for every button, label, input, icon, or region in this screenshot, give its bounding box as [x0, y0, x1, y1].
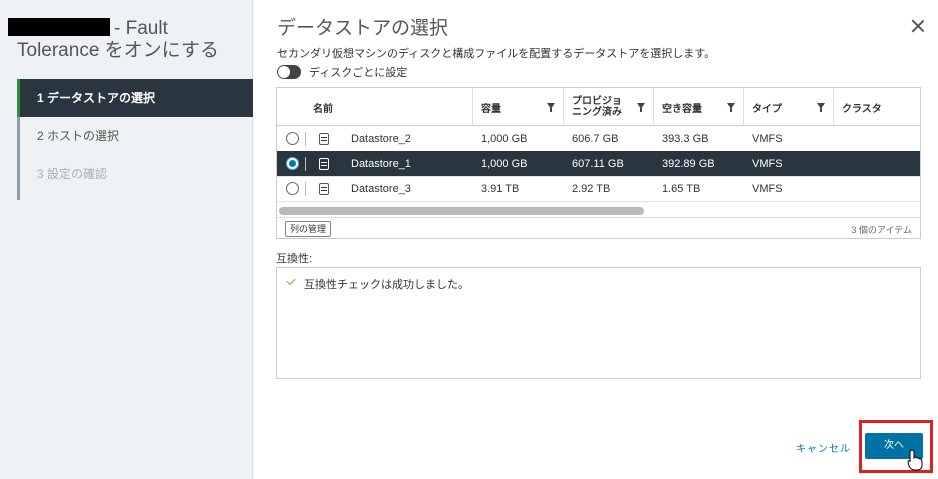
wizard-title-suffix: - Fault [114, 18, 168, 39]
item-count: 3 個のアイテム [851, 225, 912, 235]
per-disk-toggle[interactable] [277, 65, 301, 79]
cell-provisioned: 606.7 GB [572, 133, 619, 145]
step-review-settings: 3 設定の確認 [37, 167, 108, 181]
horizontal-scrollbar[interactable] [279, 207, 644, 215]
cell-provisioned: 2.92 TB [572, 183, 611, 195]
hand-cursor-icon [907, 449, 923, 471]
cell-free: 1.65 TB [662, 183, 701, 195]
cell-name: Datastore_2 [351, 133, 411, 145]
filter-icon[interactable] [637, 103, 645, 112]
row-divider [305, 182, 306, 196]
grid-header: 名前 容量 プロビジョ ニング済み 空き容量 タイプ クラスタ [277, 88, 920, 126]
cell-type: VMFS [752, 183, 783, 195]
page-title: データストアの選択 [277, 18, 449, 39]
cell-free: 393.3 GB [662, 133, 709, 145]
datastore-icon [319, 133, 329, 145]
step-select-datastore[interactable]: 1 データストアの選択 [17, 79, 253, 117]
wizard-sidebar: - Fault Tolerance をオンにする 1 データストアの選択 2 ホ… [0, 0, 253, 479]
cell-provisioned: 607.11 GB [572, 158, 624, 170]
table-row[interactable]: Datastore_3 3.91 TB 2.92 TB 1.65 TB VMFS [277, 176, 920, 202]
table-row[interactable]: Datastore_2 1,000 GB 606.7 GB 393.3 GB V… [277, 126, 920, 152]
compatibility-label: 互換性: [276, 253, 313, 265]
cell-capacity: 3.91 TB [481, 183, 520, 195]
per-disk-toggle-label: ディスクごとに設定 [309, 67, 408, 79]
table-row-selected[interactable]: Datastore_1 1,000 GB 607.11 GB 392.89 GB… [277, 151, 920, 177]
compatibility-message: 互換性チェックは成功しました。 [304, 279, 469, 291]
column-header-provisioned[interactable]: プロビジョ ニング済み [563, 88, 653, 126]
filter-icon[interactable] [817, 103, 825, 112]
row-radio[interactable] [286, 157, 299, 170]
page-description: セカンダリ仮想マシンのディスクと構成ファイルを配置するデータストアを選択します。 [277, 48, 716, 60]
manage-columns-button[interactable]: 列の管理 [285, 221, 332, 237]
close-icon[interactable] [910, 18, 926, 34]
cell-type: VMFS [752, 158, 783, 170]
per-disk-toggle-row: ディスクごとに設定 [277, 64, 407, 80]
column-header-type[interactable]: タイプ [743, 88, 833, 126]
column-header-free[interactable]: 空き容量 [653, 88, 743, 126]
cell-free: 392.89 GB [662, 158, 715, 170]
redacted-vm-name [8, 18, 110, 36]
cell-name: Datastore_1 [351, 158, 411, 170]
column-header-capacity[interactable]: 容量 [472, 88, 563, 126]
wizard-title: - Fault Tolerance をオンにする [8, 18, 247, 62]
datastore-icon [319, 158, 329, 170]
datastore-grid: 名前 容量 プロビジョ ニング済み 空き容量 タイプ クラスタ Datastor… [276, 87, 921, 239]
column-header-cluster[interactable]: クラスタ [833, 88, 922, 126]
wizard-title-line2: Tolerance をオンにする [17, 40, 219, 61]
filter-icon[interactable] [727, 103, 735, 112]
cell-type: VMFS [752, 133, 783, 145]
filter-icon[interactable] [547, 103, 555, 112]
cell-name: Datastore_3 [351, 183, 411, 195]
step-select-host[interactable]: 2 ホストの選択 [20, 117, 253, 155]
wizard-steps: 1 データストアの選択 2 ホストの選択 3 設定の確認 [17, 79, 253, 200]
cell-capacity: 1,000 GB [481, 133, 528, 145]
check-icon [286, 275, 296, 286]
row-radio[interactable] [286, 132, 299, 145]
cancel-button[interactable]: キャンセル [796, 440, 851, 455]
grid-footer: 列の管理 3 個のアイテム [277, 217, 920, 239]
main-content: データストアの選択 セカンダリ仮想マシンのディスクと構成ファイルを配置するデータ… [253, 0, 938, 479]
row-divider [305, 132, 306, 146]
row-radio[interactable] [286, 182, 299, 195]
column-header-name[interactable]: 名前 [305, 88, 472, 126]
row-divider [305, 157, 306, 171]
compatibility-panel: 互換性チェックは成功しました。 [276, 267, 921, 379]
cell-capacity: 1,000 GB [481, 158, 528, 170]
datastore-icon [319, 183, 329, 195]
